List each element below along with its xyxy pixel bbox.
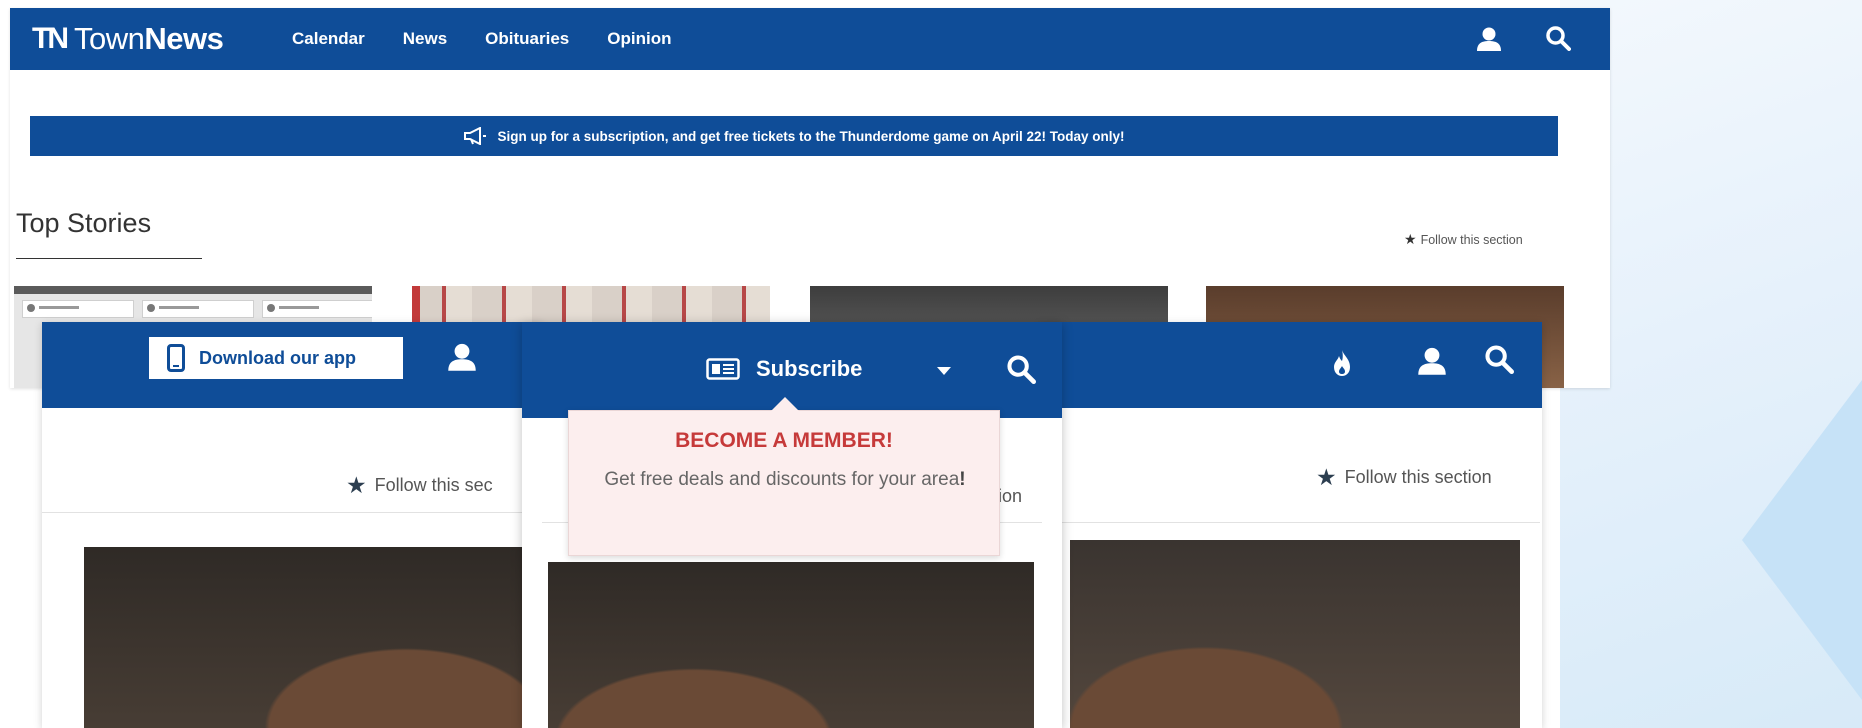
- phone-icon: [167, 344, 185, 372]
- promo-banner[interactable]: Sign up for a subscription, and get free…: [30, 116, 1558, 156]
- story-photo[interactable]: [84, 547, 542, 728]
- nav-link-opinion[interactable]: Opinion: [607, 29, 671, 49]
- mini-card: [262, 300, 372, 318]
- nav-link-calendar[interactable]: Calendar: [292, 29, 365, 49]
- mini-card: [142, 300, 254, 318]
- logo-wordmark: TownNews: [74, 21, 224, 56]
- main-nav: Calendar News Obituaries Opinion: [292, 8, 709, 70]
- fire-icon[interactable]: [1330, 348, 1354, 378]
- divider: [42, 512, 542, 513]
- subscribe-label: Subscribe: [756, 356, 863, 381]
- follow-section-link[interactable]: ★ Follow this section: [1404, 231, 1523, 248]
- user-icon[interactable]: [1475, 26, 1503, 52]
- download-app-button[interactable]: Download our app: [148, 336, 404, 380]
- user-icon[interactable]: [1416, 346, 1448, 376]
- section-title: Top Stories: [16, 208, 152, 238]
- mobile-nav-bar: [1040, 322, 1542, 408]
- nav-link-obituaries[interactable]: Obituaries: [485, 29, 569, 49]
- star-icon: ★: [1404, 231, 1417, 247]
- search-icon[interactable]: [1545, 25, 1571, 51]
- membership-popover[interactable]: BECOME A MEMBER! Get free deals and disc…: [568, 397, 1000, 556]
- promo-text: Sign up for a subscription, and get free…: [497, 128, 1125, 144]
- mobile-nav-bar: Download our app: [42, 322, 542, 408]
- newspaper-icon: [706, 358, 740, 380]
- caret-down-icon[interactable]: [936, 366, 952, 376]
- story-photo[interactable]: [1070, 540, 1520, 728]
- story-photo[interactable]: [548, 562, 1034, 728]
- divider: [1060, 522, 1540, 523]
- follow-section-fragment[interactable]: ion: [998, 486, 1022, 507]
- star-icon: ★: [1316, 464, 1337, 490]
- search-icon[interactable]: [1006, 354, 1036, 384]
- section-title-underline: [16, 258, 202, 259]
- app-banner-screenshot: Download our app ★ Follow this sec: [42, 322, 542, 728]
- user-icon[interactable]: [446, 342, 478, 372]
- search-icon[interactable]: [1484, 344, 1514, 374]
- download-app-label: Download our app: [199, 347, 356, 368]
- follow-section-link[interactable]: ★ Follow this sec: [346, 472, 493, 499]
- townnews-logo[interactable]: TN TownNews: [32, 21, 224, 56]
- popover-title: BECOME A MEMBER!: [675, 429, 893, 452]
- subscribe-header-screenshot: Subscribe ion BECOME A MEMBER! Get free …: [522, 322, 1062, 728]
- top-nav-bar: TN TownNews Calendar News Obituaries Opi…: [10, 8, 1610, 70]
- logo-mark: TN: [32, 22, 69, 55]
- mini-card: [22, 300, 134, 318]
- follow-section-link[interactable]: ★ Follow this section: [1316, 464, 1492, 491]
- subscribe-button[interactable]: Subscribe: [706, 356, 862, 382]
- trending-header-screenshot: ★ Follow this section: [1040, 322, 1542, 728]
- popover-body: Get free deals and discounts for your ar…: [604, 469, 966, 490]
- star-icon: ★: [346, 472, 367, 498]
- nav-link-news[interactable]: News: [403, 29, 447, 49]
- megaphone-icon: [463, 127, 487, 145]
